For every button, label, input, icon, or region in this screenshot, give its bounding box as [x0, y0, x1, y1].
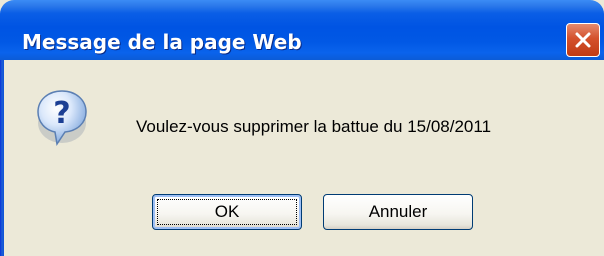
alert-dialog: Message de la page Web ? Voulez-vous sup… — [0, 0, 604, 256]
title-bar[interactable]: Message de la page Web — [0, 0, 604, 60]
window-border — [0, 60, 4, 256]
ok-button[interactable]: OK — [152, 194, 302, 230]
focus-ring — [157, 199, 297, 225]
svg-text:?: ? — [53, 96, 70, 131]
cancel-button[interactable]: Annuler — [323, 194, 473, 230]
question-icon: ? — [37, 90, 87, 146]
cancel-button-label: Annuler — [368, 202, 428, 221]
close-icon — [575, 32, 591, 48]
close-button[interactable] — [566, 23, 600, 57]
dialog-message: Voulez-vous supprimer la battue du 15/08… — [136, 117, 492, 136]
dialog-title: Message de la page Web — [22, 30, 302, 54]
